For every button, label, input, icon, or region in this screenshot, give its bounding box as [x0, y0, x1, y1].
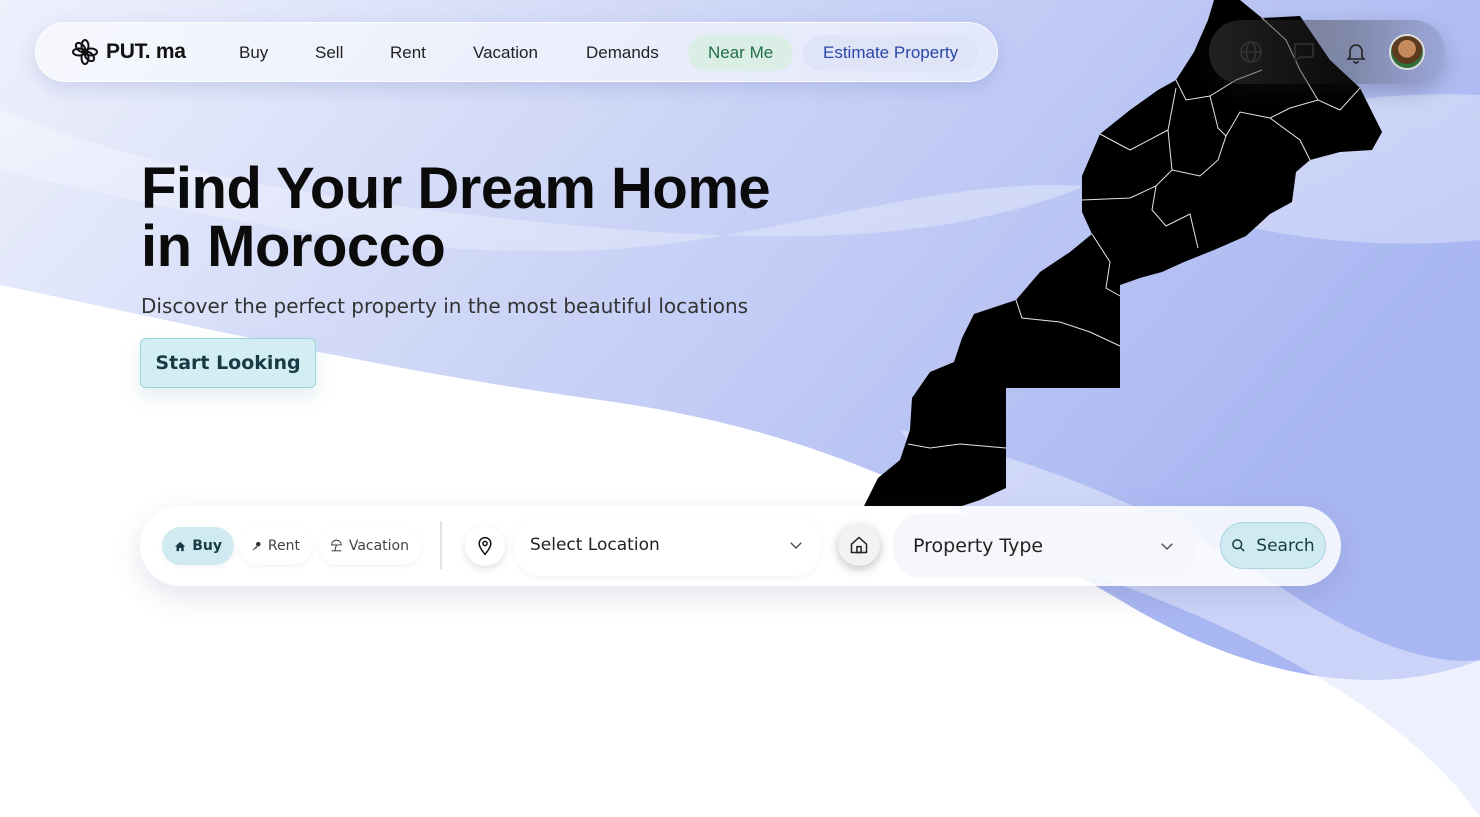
nav-link-vacation[interactable]: Vacation: [473, 37, 538, 69]
hero-title: Find Your Dream Home in Morocco: [141, 160, 841, 276]
estimate-property-button[interactable]: Estimate Property: [803, 35, 979, 71]
near-me-button[interactable]: Near Me: [688, 35, 794, 71]
tab-rent[interactable]: Rent: [239, 527, 312, 565]
home-icon: [175, 541, 186, 551]
nav-link-sell[interactable]: Sell: [315, 37, 343, 69]
location-select[interactable]: Select Location: [514, 514, 821, 576]
property-type-select[interactable]: Property Type: [893, 514, 1196, 578]
tab-vacation[interactable]: Vacation: [318, 527, 421, 565]
tab-vacation-label: Vacation: [348, 538, 409, 554]
hero-subtitle: Discover the perfect property in the mos…: [141, 294, 749, 318]
location-pin-icon: [465, 526, 505, 566]
search-icon: [1232, 539, 1245, 552]
property-home-icon: [838, 524, 880, 566]
brand-name: PUT. ma: [106, 40, 186, 63]
brand-logo[interactable]: PUT. ma: [72, 39, 186, 65]
tab-buy[interactable]: Buy: [162, 527, 234, 565]
flower-logo-icon: [72, 39, 98, 65]
key-icon: [252, 541, 261, 551]
nav-link-demands[interactable]: Demands: [586, 37, 659, 69]
chevron-down-icon: [790, 542, 802, 550]
tab-rent-label: Rent: [267, 538, 300, 554]
top-navbar: PUT. ma Buy Sell Rent Vacation Demands N…: [35, 22, 998, 82]
nav-link-rent[interactable]: Rent: [390, 37, 426, 69]
nav-link-buy[interactable]: Buy: [239, 37, 268, 69]
chevron-down-icon: [1161, 543, 1173, 551]
avatar[interactable]: [1389, 34, 1425, 70]
search-button[interactable]: Search: [1220, 522, 1326, 569]
globe-icon[interactable]: [1237, 38, 1265, 66]
bell-icon[interactable]: [1342, 38, 1370, 66]
background-waves: [0, 0, 1480, 817]
location-select-value: Select Location: [530, 535, 660, 555]
search-button-label: Search: [1256, 535, 1315, 556]
hero-title-line2: in Morocco: [141, 214, 446, 279]
hero-title-line1: Find Your Dream Home: [141, 156, 771, 221]
search-divider: [440, 521, 442, 569]
chat-icon[interactable]: [1290, 38, 1318, 66]
tab-buy-label: Buy: [192, 538, 222, 554]
beach-umbrella-icon: [331, 539, 342, 552]
start-looking-button[interactable]: Start Looking: [140, 338, 316, 388]
property-type-select-value: Property Type: [913, 535, 1044, 557]
